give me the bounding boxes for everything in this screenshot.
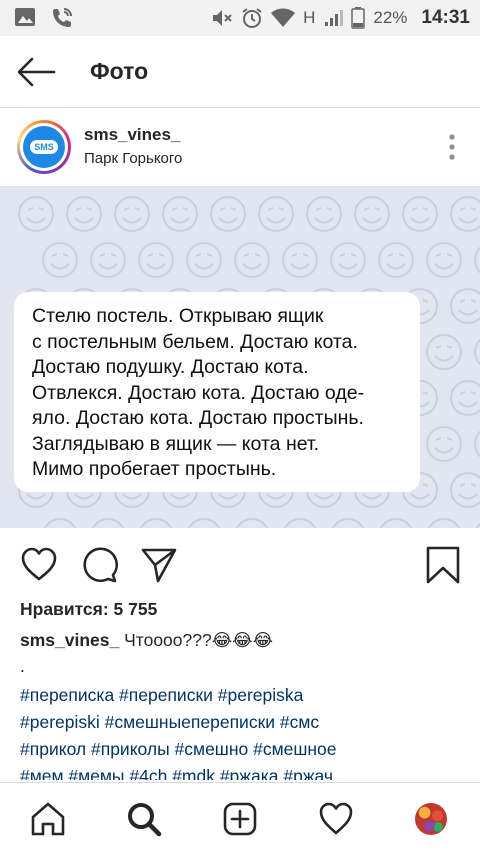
top-app-bar: Фото (0, 36, 480, 108)
battery-icon (351, 7, 366, 29)
mute-icon (213, 10, 232, 26)
clock: 14:31 (421, 7, 470, 28)
post-header: SMS sms_vines_ Парк Горького (0, 108, 480, 186)
message-line: Стелю постель. Открываю ящик (32, 305, 324, 327)
message-line: с постельным бельем. Достаю кота. (32, 330, 358, 353)
like-heart-icon[interactable] (20, 546, 58, 584)
alarm-icon (242, 8, 262, 28)
message-line: Достаю подушку. Достаю кота. (32, 356, 309, 378)
new-post-icon[interactable] (222, 801, 258, 837)
bottom-navigation (0, 782, 480, 854)
comment-icon[interactable] (80, 546, 118, 584)
more-options-icon[interactable] (448, 134, 456, 160)
hashtags: #переписка #переписки #perepiska #perepi… (20, 682, 470, 780)
post-caption: sms_vines_ Чтоооо???😂😂😂 . (20, 628, 470, 679)
hashtag-line[interactable]: #perepiski #смешныепереписки #смс (20, 709, 470, 736)
hashtag-line[interactable]: #прикол #приколы #смешно #смешное (20, 736, 470, 763)
caption-text: Чтоооо???😂😂😂 (119, 630, 274, 650)
sms-message-bubble: Стелю постель. Открываю ящик с постельны… (14, 292, 420, 492)
activity-heart-icon[interactable] (318, 801, 354, 837)
message-line: Заглядываю в ящик — кота нет. (32, 432, 320, 455)
caption-dot: . (20, 655, 25, 676)
wifi-call-icon (53, 8, 72, 27)
post-actions (0, 528, 480, 600)
hashtag-line[interactable]: #переписка #переписки #perepiska (20, 682, 470, 709)
hashtag-line[interactable]: #мем #мемы #4ch #mdk #ржака #ржач (20, 763, 470, 780)
profile-avatar[interactable] (415, 803, 447, 835)
network-type: H (303, 8, 316, 27)
message-line: Мимо пробегает простынь. (32, 458, 277, 480)
message-line: яло. Достаю кота. Достаю простынь. (32, 407, 364, 429)
back-arrow-icon[interactable] (16, 54, 56, 90)
status-bar: H 22% 14:31 (0, 0, 480, 36)
signal-icon (325, 10, 344, 26)
home-icon[interactable] (30, 801, 66, 837)
avatar[interactable]: SMS (17, 120, 71, 174)
share-icon[interactable] (140, 546, 178, 584)
message-line: Отвлекся. Достаю кота. Достаю оде- (32, 381, 365, 404)
post-location[interactable]: Парк Горького (84, 150, 182, 167)
avatar-label: SMS (30, 140, 58, 154)
page-title: Фото (90, 58, 149, 84)
post-image[interactable]: Стелю постель. Открываю ящик с постельны… (0, 186, 480, 528)
battery-percent: 22% (373, 8, 408, 27)
post-username[interactable]: sms_vines_ (84, 125, 180, 145)
bookmark-icon[interactable] (424, 546, 462, 584)
gallery-icon (15, 8, 35, 26)
wifi-icon (271, 8, 296, 27)
caption-username[interactable]: sms_vines_ (20, 630, 119, 650)
search-icon[interactable] (126, 801, 162, 837)
likes-count[interactable]: Нравится: 5 755 (20, 599, 157, 620)
